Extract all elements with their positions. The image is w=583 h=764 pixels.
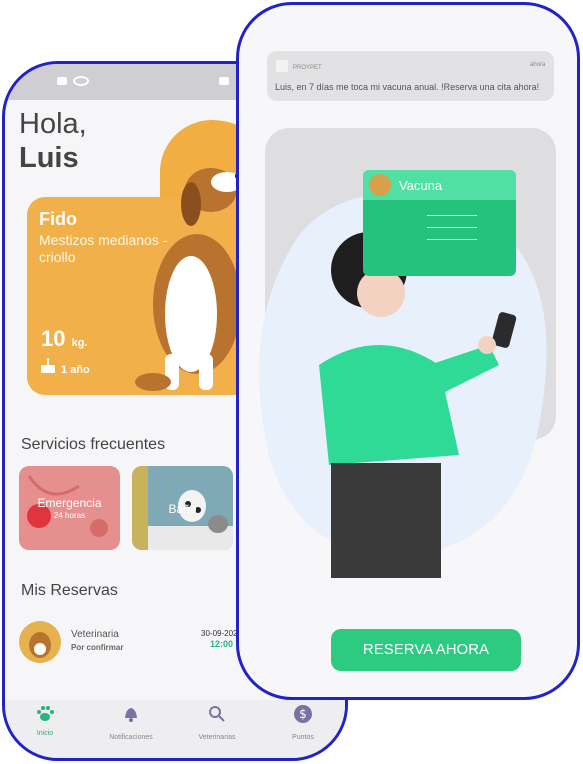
bottom-nav: Inicio Notificaciones Veterinarias $ Pun… (5, 700, 345, 758)
notification-time: ahora (530, 62, 546, 68)
divider (427, 239, 477, 240)
nav-inicio[interactable]: Inicio (5, 704, 85, 737)
vaccine-card-title: Vacuna (399, 178, 443, 193)
pet-weight-unit: kg. (71, 337, 88, 349)
divider (427, 215, 477, 216)
notification-app: PROYPET (293, 65, 322, 71)
pet-breed: Mestizos medianos - criollo (39, 232, 168, 265)
nav-notificaciones[interactable]: Notificaciones (91, 704, 171, 741)
pet-weight: 10 kg. (41, 326, 88, 352)
vaccine-card: Vacuna (363, 170, 516, 276)
cake-icon (41, 358, 55, 373)
wifi-icon (73, 76, 89, 86)
nav-veterinarias[interactable]: Veterinarias (177, 704, 257, 741)
pet-weight-value: 10 (41, 326, 66, 351)
service-emergency[interactable]: Emergencia 24 horas (19, 466, 120, 550)
nav-label: Inicio (36, 730, 54, 737)
paw-icon (37, 706, 54, 721)
service-bath[interactable]: Baño (132, 466, 233, 550)
bell-icon (125, 708, 137, 722)
dollar-coin-icon: $ (294, 705, 312, 723)
reservation-time: 12:00 (210, 639, 234, 649)
message-icon (57, 77, 67, 85)
pet-avatar (19, 621, 61, 663)
nav-label: Puntos (292, 734, 314, 741)
services-title: Servicios frecuentes (21, 436, 166, 453)
nav-label: Veterinarias (198, 734, 236, 741)
service-label: Baño (168, 502, 197, 516)
pet-name: Fido (39, 209, 77, 229)
reservation-title: Veterinaria (71, 629, 119, 640)
notification-message: Luis, en 7 días me toca mi vacuna anual.… (275, 82, 540, 92)
nav-label: Notificaciones (109, 734, 153, 741)
pet-age: 1 año (61, 364, 90, 376)
app-logo-icon (276, 60, 288, 72)
promo-screen: PROYPET ahora Luis, en 7 días me toca mi… (236, 2, 580, 700)
mute-icon (219, 77, 229, 85)
reservations-title: Mis Reservas (21, 582, 118, 599)
nav-puntos[interactable]: $ Puntos (263, 704, 343, 741)
service-label: Emergencia (37, 496, 102, 510)
reserve-now-button[interactable]: RESERVA AHORA (331, 629, 521, 671)
svg-text:$: $ (299, 707, 307, 721)
search-icon (209, 706, 225, 722)
pet-avatar (369, 174, 391, 196)
divider (427, 227, 477, 228)
service-sublabel: 24 horas (53, 511, 86, 520)
push-notification[interactable] (267, 51, 554, 101)
user-name: Luis (19, 142, 79, 174)
greeting: Hola, (19, 108, 87, 140)
reservation-status: Por confirmar (71, 643, 124, 652)
